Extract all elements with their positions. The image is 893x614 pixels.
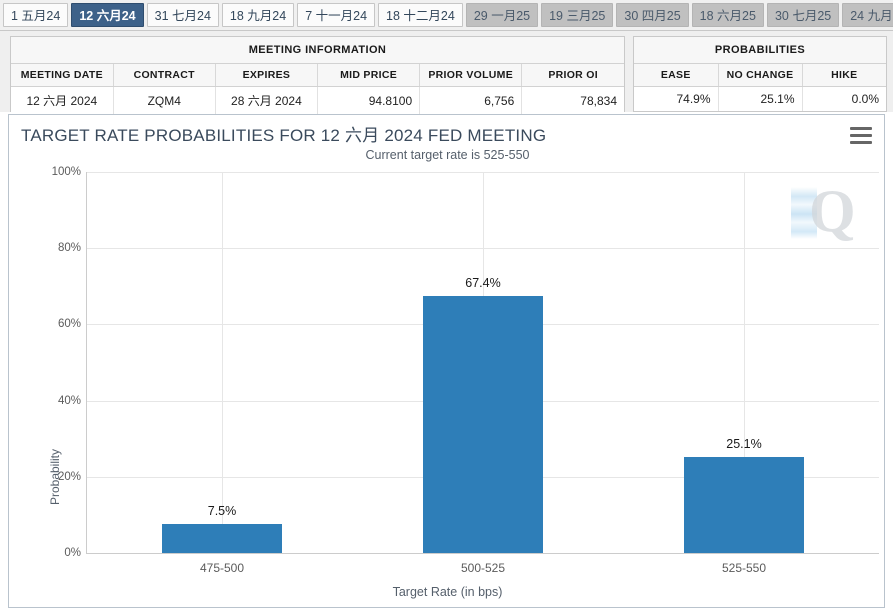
- table-row: 12 六月 2024 ZQM4 28 六月 2024 94.8100 6,756…: [11, 87, 624, 115]
- x-tick-label-500-525: 500-525: [461, 561, 505, 575]
- y-tick-label-0: 0%: [23, 547, 81, 559]
- y-tick-label-40: 40%: [23, 395, 81, 407]
- cell-ease: 74.9%: [634, 87, 718, 112]
- cell-contract: ZQM4: [113, 87, 215, 115]
- cell-meeting-date: 12 六月 2024: [11, 87, 113, 115]
- chart-card: TARGET RATE PROBABILITIES FOR 12 六月 2024…: [8, 114, 885, 608]
- tab-meeting-8[interactable]: 30 四月25: [616, 3, 688, 27]
- tab-meeting-10[interactable]: 30 七月25: [767, 3, 839, 27]
- y-tick-label-80: 80%: [23, 242, 81, 254]
- tab-meeting-1[interactable]: 12 六月24: [71, 3, 143, 27]
- tab-meeting-7[interactable]: 19 三月25: [541, 3, 613, 27]
- tab-meeting-6[interactable]: 29 一月25: [466, 3, 538, 27]
- tab-meeting-5[interactable]: 18 十二月24: [378, 3, 463, 27]
- column-header-contract: CONTRACT: [113, 64, 215, 87]
- column-header-expires: EXPIRES: [215, 64, 317, 87]
- tab-meeting-3[interactable]: 18 九月24: [222, 3, 294, 27]
- meeting-information-table: MEETING INFORMATION MEETING DATE CONTRAC…: [11, 37, 624, 114]
- cell-expires: 28 六月 2024: [215, 87, 317, 115]
- bar-value-label-525-550: 25.1%: [726, 437, 761, 451]
- cell-mid-price: 94.8100: [317, 87, 419, 115]
- watermark-streak-icon: [791, 187, 817, 239]
- y-axis-line: [86, 172, 87, 553]
- probabilities-table: PROBABILITIES EASE NO CHANGE HIKE 74.9% …: [634, 37, 886, 111]
- x-axis-title: Target Rate (in bps): [9, 585, 885, 599]
- bar-475-500[interactable]: [162, 524, 282, 553]
- column-header-prior-oi: PRIOR OI: [522, 64, 624, 87]
- bar-500-525[interactable]: [423, 296, 543, 553]
- table-header-row: MEETING DATE CONTRACT EXPIRES MID PRICE …: [11, 64, 624, 87]
- y-tick-label-60: 60%: [23, 318, 81, 330]
- info-tables-row: MEETING INFORMATION MEETING DATE CONTRAC…: [0, 31, 893, 112]
- tab-meeting-2[interactable]: 31 七月24: [147, 3, 219, 27]
- bar-value-label-475-500: 7.5%: [208, 504, 237, 518]
- table-caption-row: MEETING INFORMATION: [11, 37, 624, 64]
- bar-value-label-500-525: 67.4%: [465, 276, 500, 290]
- bar-chart-plot: Q 100% 80% 60% 40% 20% 0% 7.5% 67.4% 25.…: [9, 115, 885, 608]
- cell-prior-volume: 6,756: [420, 87, 522, 115]
- probabilities-panel: PROBABILITIES EASE NO CHANGE HIKE 74.9% …: [633, 36, 887, 112]
- column-header-mid-price: MID PRICE: [317, 64, 419, 87]
- cell-hike: 0.0%: [802, 87, 886, 112]
- table-caption-row: PROBABILITIES: [634, 37, 886, 64]
- cell-prior-oi: 78,834: [522, 87, 624, 115]
- column-header-hike: HIKE: [802, 64, 886, 87]
- watermark-logo: Q: [809, 177, 856, 246]
- tab-meeting-0[interactable]: 1 五月24: [3, 3, 68, 27]
- column-header-no-change: NO CHANGE: [718, 64, 802, 87]
- tab-meeting-11[interactable]: 24 九月25: [842, 3, 893, 27]
- probabilities-caption: PROBABILITIES: [634, 37, 886, 64]
- tab-meeting-9[interactable]: 18 六月25: [692, 3, 764, 27]
- bar-525-550[interactable]: [684, 457, 804, 553]
- y-axis-title: Probability: [48, 417, 62, 537]
- column-header-ease: EASE: [634, 64, 718, 87]
- x-tick-label-475-500: 475-500: [200, 561, 244, 575]
- tab-meeting-4[interactable]: 7 十一月24: [297, 3, 375, 27]
- meeting-date-tabstrip: 1 五月24 12 六月24 31 七月24 18 九月24 7 十一月24 1…: [0, 0, 893, 31]
- column-header-meeting-date: MEETING DATE: [11, 64, 113, 87]
- table-header-row: EASE NO CHANGE HIKE: [634, 64, 886, 87]
- column-header-prior-volume: PRIOR VOLUME: [420, 64, 522, 87]
- gridline-y-0: [86, 553, 879, 554]
- cell-no-change: 25.1%: [718, 87, 802, 112]
- y-tick-label-100: 100%: [23, 166, 81, 178]
- meeting-information-panel: MEETING INFORMATION MEETING DATE CONTRAC…: [10, 36, 625, 112]
- meeting-information-caption: MEETING INFORMATION: [11, 37, 624, 64]
- table-row: 74.9% 25.1% 0.0%: [634, 87, 886, 112]
- gridline-x-1: [222, 172, 223, 553]
- x-tick-label-525-550: 525-550: [722, 561, 766, 575]
